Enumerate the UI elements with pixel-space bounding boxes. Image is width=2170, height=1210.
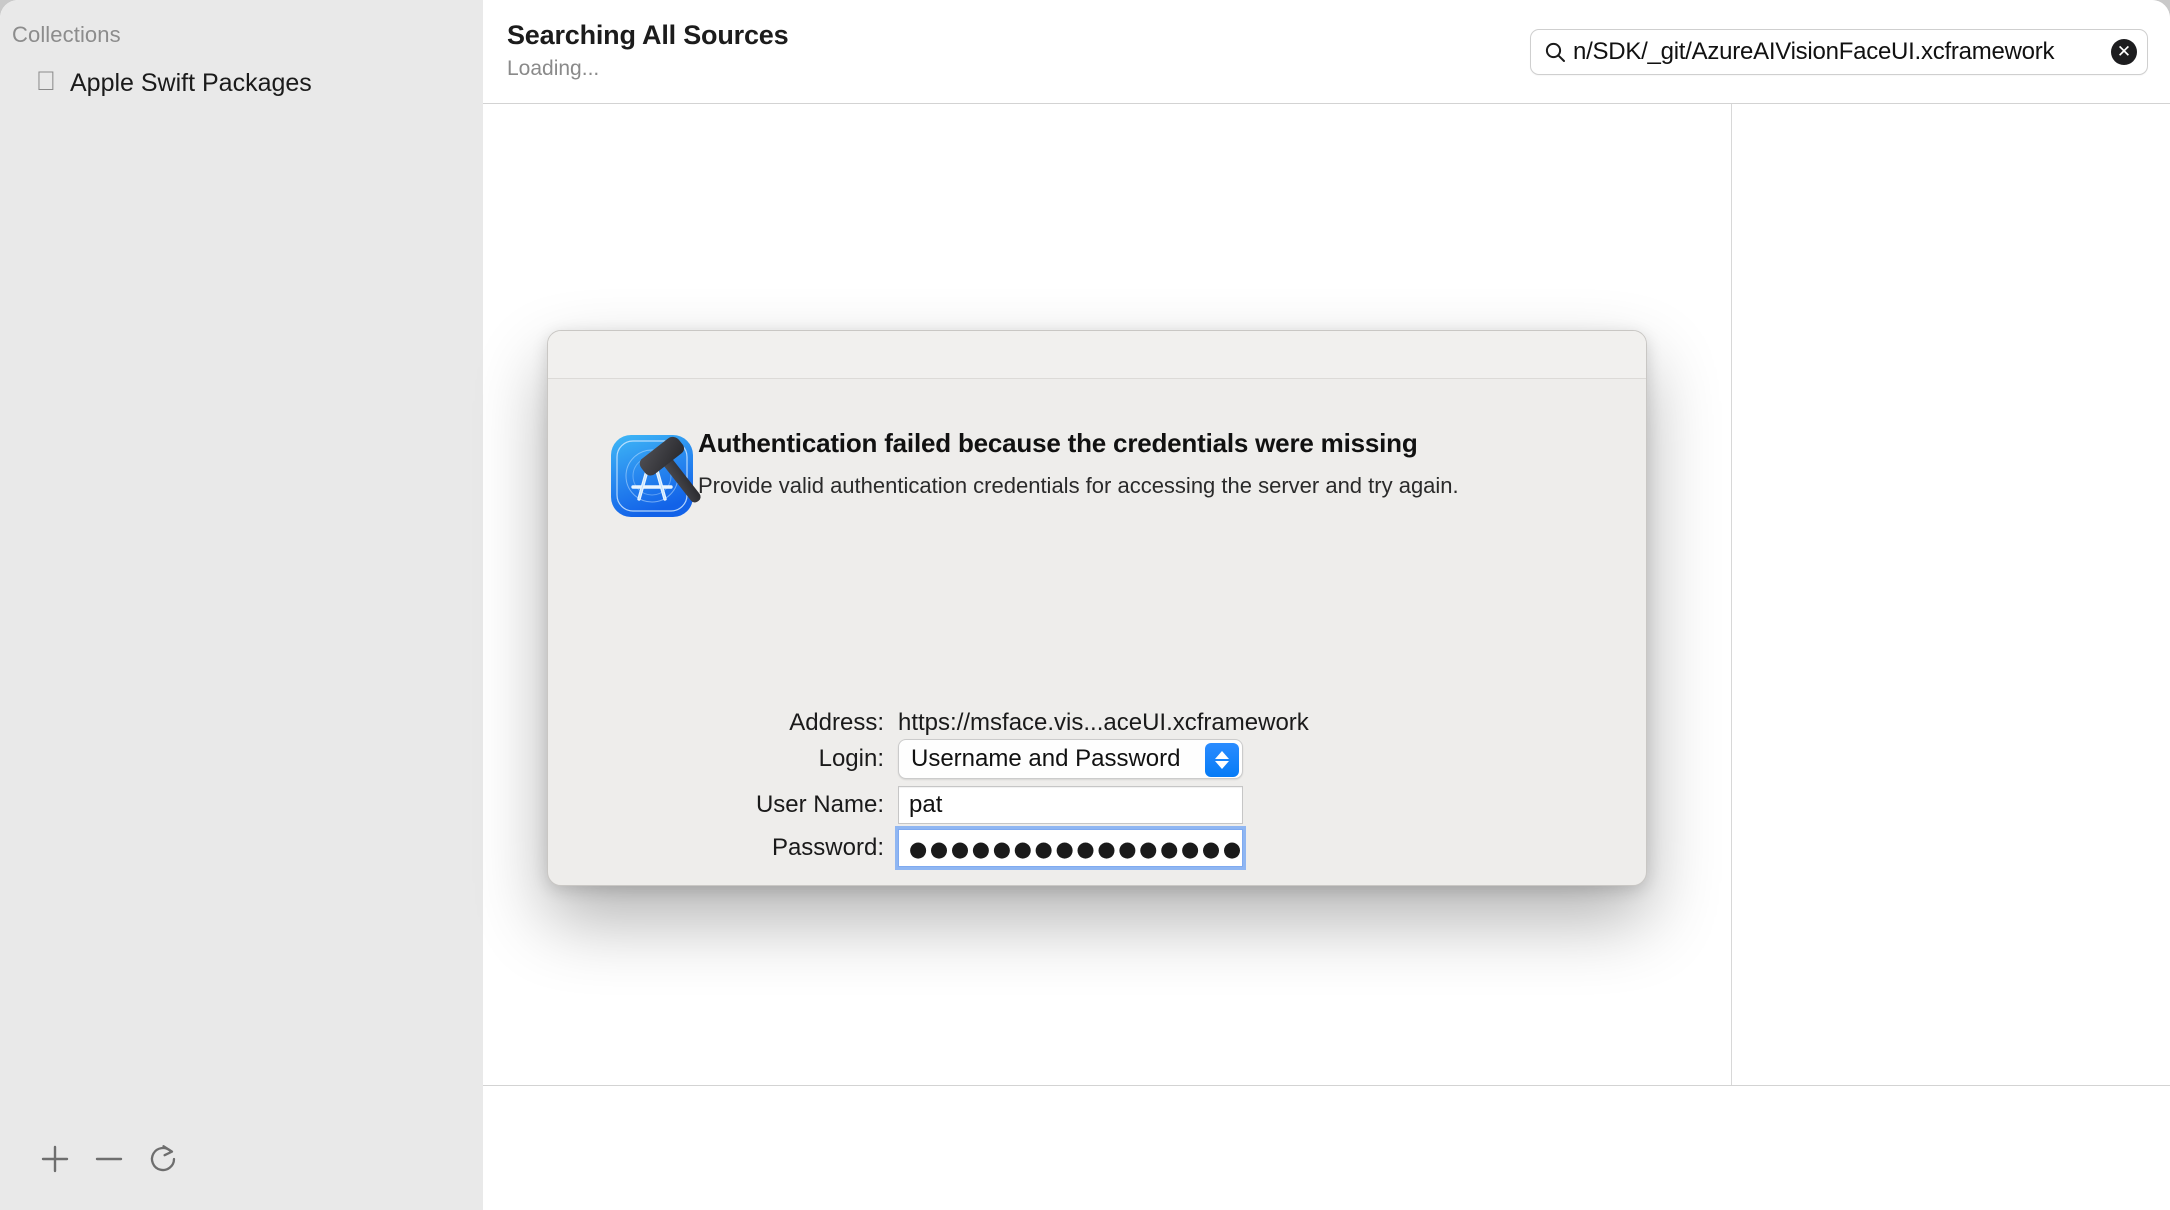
address-row: Address: https://msface.vis...aceUI.xcfr… bbox=[698, 709, 1309, 737]
reload-icon bbox=[150, 1145, 176, 1172]
username-label: User Name: bbox=[755, 791, 884, 818]
search-field[interactable]: n/SDK/_git/AzureAIVisionFaceUI.xcframewo… bbox=[1530, 29, 2148, 75]
plus-icon bbox=[41, 1145, 69, 1173]
clear-search-icon[interactable]: ✕ bbox=[2111, 39, 2137, 65]
dialog-subtext: Provide valid authentication credentials… bbox=[698, 473, 1459, 498]
search-icon bbox=[1545, 42, 1565, 62]
login-row: Login: Username and Password bbox=[698, 739, 1243, 779]
sidebar-item-apple-swift-packages[interactable]:  Apple Swift Packages bbox=[0, 62, 483, 104]
add-collection-button[interactable] bbox=[32, 1136, 78, 1182]
header-divider bbox=[483, 103, 2170, 104]
chevron-updown-icon[interactable] bbox=[1205, 743, 1239, 777]
login-type-select[interactable]: Username and Password bbox=[898, 739, 1243, 779]
search-input[interactable]: n/SDK/_git/AzureAIVisionFaceUI.xcframewo… bbox=[1567, 38, 2111, 66]
authentication-dialog: Authentication failed because the creden… bbox=[547, 330, 1647, 886]
login-label: Login: bbox=[818, 745, 884, 772]
sidebar-item-label: Apple Swift Packages bbox=[70, 68, 312, 97]
footer-action-bar: Add Local... Cancel Add Package bbox=[483, 1086, 2170, 1210]
sidebar-section-header: Collections bbox=[12, 22, 121, 47]
minus-icon bbox=[95, 1157, 123, 1161]
sidebar-toolbar bbox=[0, 1108, 483, 1210]
sidebar-collection-list:  Apple Swift Packages bbox=[0, 62, 483, 104]
password-row: Password: ●●●●●●●●●●●●●●●●●●●●●●●●●●●●●● bbox=[698, 826, 1246, 870]
address-label: Address: bbox=[789, 709, 884, 736]
reload-collections-button[interactable] bbox=[140, 1136, 186, 1182]
dialog-heading: Authentication failed because the creden… bbox=[698, 428, 1418, 458]
password-label: Password: bbox=[771, 834, 884, 861]
xcode-app-icon bbox=[605, 423, 705, 523]
sidebar: Collections  Apple Swift Packages bbox=[0, 0, 483, 1210]
remove-collection-button[interactable] bbox=[86, 1136, 132, 1182]
username-row: User Name: pat bbox=[698, 786, 1243, 824]
apple-logo-icon:  bbox=[34, 67, 58, 95]
page-title: Searching All Sources bbox=[507, 20, 789, 50]
package-chooser-window: Collections  Apple Swift Packages bbox=[0, 0, 2170, 1210]
loading-status: Loading... bbox=[507, 57, 600, 80]
search-header: Searching All Sources Loading... n/SDK/_… bbox=[483, 0, 2170, 103]
password-input[interactable]: ●●●●●●●●●●●●●●●●●●●●●●●●●●●●●● bbox=[895, 826, 1246, 870]
username-input[interactable]: pat bbox=[898, 786, 1243, 824]
password-masked-value: ●●●●●●●●●●●●●●●●●●●●●●●●●●●●●● bbox=[909, 838, 1242, 860]
address-value: https://msface.vis...aceUI.xcframework bbox=[898, 709, 1309, 736]
login-type-value: Username and Password bbox=[911, 745, 1181, 772]
dialog-titlebar bbox=[548, 331, 1646, 379]
results-split-divider bbox=[1731, 104, 1732, 1085]
